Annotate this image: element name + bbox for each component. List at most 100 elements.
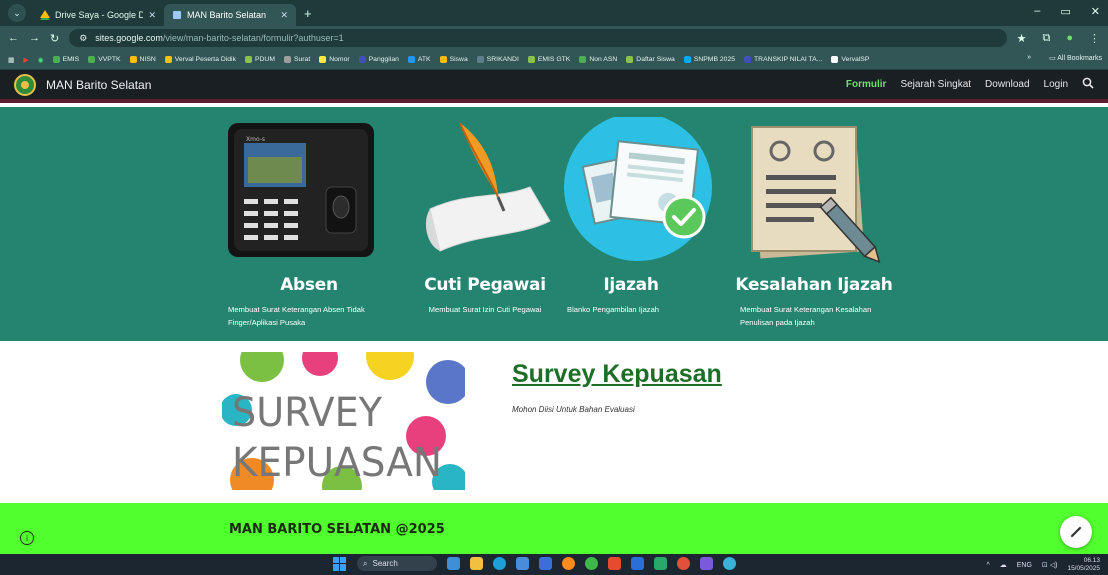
survey-banner-image[interactable]: SURVEY KEPUASAN <box>222 352 465 490</box>
card-title[interactable]: Ijazah <box>546 275 716 295</box>
close-tab-icon[interactable]: ✕ <box>148 10 156 21</box>
wifi-volume-icon[interactable]: ⊡ ◁) <box>1042 561 1058 569</box>
nav-download[interactable]: Download <box>985 79 1029 90</box>
bookmark-item[interactable]: Panggilan <box>358 56 399 63</box>
minimize-icon[interactable]: – <box>1034 5 1040 18</box>
bookmark-favicon-icon <box>626 56 634 63</box>
site-name[interactable]: MAN Barito Selatan <box>46 78 151 92</box>
widgets-icon[interactable] <box>447 557 460 570</box>
bookmark-item[interactable]: EMIS <box>52 56 80 63</box>
card-cuti-pegawai[interactable]: Cuti Pegawai Membuat Surat Izin Cuti Peg… <box>400 117 570 337</box>
tab-man-barito-selatan[interactable]: MAN Barito Selatan ✕ <box>164 4 296 26</box>
bookmark-label: Verval Peserta Didik <box>174 56 236 63</box>
bookmark-star-icon[interactable]: ★ <box>1017 32 1027 45</box>
bookmark-item[interactable]: SRIKANDI <box>476 56 519 63</box>
bookmark-label: PDUM <box>254 56 275 63</box>
edge-icon[interactable] <box>493 557 506 570</box>
outlook-icon[interactable] <box>631 557 644 570</box>
bookmark-label: Siswa <box>449 56 468 63</box>
cloud-icon[interactable]: ☁ <box>1000 561 1007 569</box>
bookmark-item[interactable]: VVPTK <box>88 56 121 63</box>
youtube-icon[interactable]: ▶ <box>23 56 28 64</box>
card-title[interactable]: Kesalahan Ijazah <box>714 275 914 295</box>
extensions-icon[interactable]: ⧉ <box>1042 32 1050 45</box>
tab-google-drive[interactable]: Drive Saya - Google Drive ✕ <box>32 4 164 26</box>
bookmark-item[interactable]: Surat <box>283 56 311 63</box>
bookmark-item[interactable]: Non ASN <box>579 56 617 63</box>
system-tray: ^ ☁ ENG ⊡ ◁) 06.13 15/05/2025 <box>986 557 1100 573</box>
nav-formulir[interactable]: Formulir <box>846 79 887 90</box>
quill-paper-image <box>425 122 551 252</box>
bookmark-label: Surat <box>293 56 311 63</box>
certificate-check-image <box>564 117 712 261</box>
search-icon[interactable] <box>1082 77 1094 92</box>
window-controls: – ▭ ✕ <box>1034 5 1100 18</box>
bookmark-item[interactable]: Siswa <box>439 56 468 63</box>
bookmark-item[interactable]: PDUM <box>244 56 275 63</box>
bookmark-item[interactable]: VervalSP <box>831 56 869 63</box>
browser-menu-icon[interactable]: ⋮ <box>1089 32 1100 45</box>
store-icon[interactable] <box>516 557 529 570</box>
taskbar-search[interactable]: ⌕ Search <box>357 556 437 571</box>
site-info-icon[interactable]: ⚙ <box>79 33 87 44</box>
bookmark-item[interactable]: ATK <box>407 56 431 63</box>
nav-sejarah-singkat[interactable]: Sejarah Singkat <box>900 79 971 90</box>
chrome-profile-icon[interactable] <box>723 557 736 570</box>
close-tab-icon[interactable]: ✕ <box>280 10 288 21</box>
forward-icon[interactable]: → <box>29 32 40 44</box>
more-bookmarks-icon[interactable]: » <box>1027 54 1031 62</box>
card-title[interactable]: Cuti Pegawai <box>400 275 570 295</box>
whatsapp-icon[interactable] <box>585 557 598 570</box>
bookmark-label: Panggilan <box>368 56 399 63</box>
whatsapp-icon[interactable]: ◉ <box>38 56 44 64</box>
address-bar[interactable]: ⚙ sites.google.com/view/man-barito-selat… <box>69 29 1007 47</box>
bookmark-item[interactable]: TRANSKIP NILAI TA... <box>744 56 822 63</box>
bookmark-item[interactable]: Daftar Siswa <box>626 56 675 63</box>
back-icon[interactable]: ← <box>8 32 19 44</box>
photos-icon[interactable] <box>700 557 713 570</box>
taskbar-search-label: Search <box>372 559 398 568</box>
profile-avatar-icon[interactable]: ● <box>1066 32 1073 45</box>
restore-icon[interactable]: ▭ <box>1060 5 1070 18</box>
bookmark-item[interactable]: Verval Peserta Didik <box>164 56 236 63</box>
new-tab-icon[interactable]: + <box>304 6 312 21</box>
file-explorer-icon[interactable] <box>470 557 483 570</box>
card-ijazah[interactable]: Ijazah Blanko Pengambilan Ijazah <box>562 117 732 337</box>
nav-login[interactable]: Login <box>1044 79 1068 90</box>
bookmark-favicon-icon <box>283 56 291 63</box>
site-logo[interactable] <box>14 73 36 96</box>
chrome-icon[interactable] <box>677 557 690 570</box>
excel-icon[interactable] <box>654 557 667 570</box>
all-bookmarks-button[interactable]: ▭ All Bookmarks <box>1049 54 1102 62</box>
info-icon[interactable]: i <box>20 531 34 545</box>
tab-search-icon[interactable]: ⌄ <box>8 4 26 22</box>
google-drive-icon <box>40 10 50 20</box>
app-icon[interactable] <box>608 557 621 570</box>
search-icon: ⌕ <box>363 558 368 568</box>
fingerprint-machine-image: Xmo-s <box>228 123 374 257</box>
bookmark-favicon-icon <box>407 56 415 63</box>
bookmark-item[interactable]: SNPMB 2025 <box>683 56 735 63</box>
bookmark-favicon-icon <box>129 56 137 63</box>
bookmark-label: EMIS <box>62 56 80 63</box>
survey-link[interactable]: Survey Kepuasan <box>512 360 722 389</box>
card-absen[interactable]: Xmo-s Absen Membuat Surat Keterangan Abs… <box>224 117 394 337</box>
close-window-icon[interactable]: ✕ <box>1091 5 1100 18</box>
apps-grid-icon[interactable]: ▦ <box>8 56 14 64</box>
survey-image-text-2: KEPUASAN <box>232 440 442 486</box>
bookmark-item[interactable]: Nomor <box>319 56 350 63</box>
windows-start-icon[interactable] <box>333 556 347 571</box>
bookmark-favicon-icon <box>579 56 587 63</box>
bookmark-item[interactable]: EMIS GTK <box>527 56 570 63</box>
bookmark-item[interactable]: NISN <box>129 56 156 63</box>
edit-pencil-icon[interactable] <box>1060 516 1092 548</box>
chevron-up-icon[interactable]: ^ <box>986 562 989 569</box>
word-icon[interactable] <box>539 557 552 570</box>
card-kesalahan-ijazah[interactable]: Kesalahan Ijazah Membuat Surat Keteranga… <box>735 117 908 337</box>
language-indicator[interactable]: ENG <box>1017 562 1032 569</box>
reload-icon[interactable]: ↻ <box>50 32 59 45</box>
clock[interactable]: 06.13 15/05/2025 <box>1067 557 1100 573</box>
bookmark-favicon-icon <box>244 56 252 63</box>
firefox-icon[interactable] <box>562 557 575 570</box>
card-title[interactable]: Absen <box>224 275 394 295</box>
